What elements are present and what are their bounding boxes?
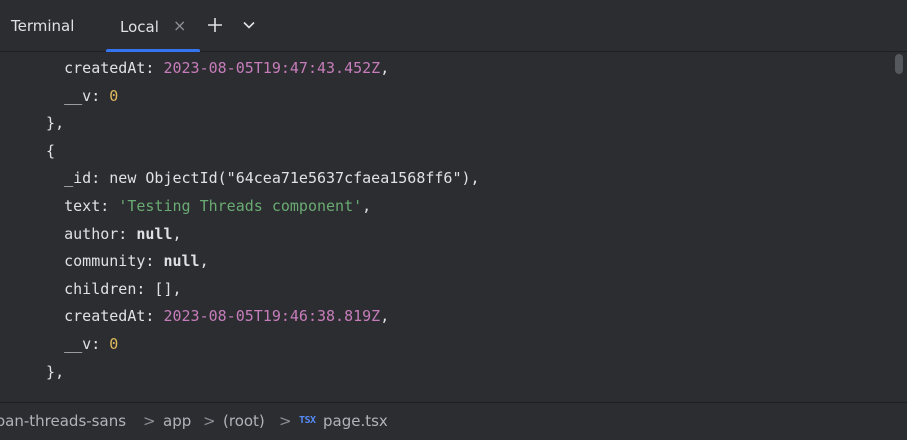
terminal-line-text: children: [], bbox=[28, 279, 182, 298]
terminal-line-text: createdAt: bbox=[28, 59, 164, 77]
terminal-line: }, bbox=[28, 358, 64, 386]
chevron-down-icon bbox=[243, 21, 255, 29]
tab-local[interactable]: Local × bbox=[106, 0, 200, 52]
tab-dropdown-button[interactable] bbox=[238, 14, 260, 36]
terminal-line-text: }, bbox=[28, 114, 65, 133]
terminal-line: author: null, bbox=[28, 220, 182, 248]
terminal-line-text: author: bbox=[28, 224, 137, 243]
breadcrumb-separator: > bbox=[143, 412, 156, 430]
terminal-line-text: createdAt: bbox=[28, 307, 164, 326]
terminal-line-text: { bbox=[28, 141, 56, 160]
plus-icon bbox=[208, 18, 222, 32]
terminal-line: __v: 0 bbox=[28, 82, 118, 110]
terminal-line-suffix: , bbox=[380, 59, 390, 77]
terminal-line-text: __v: bbox=[28, 335, 110, 353]
terminal-line-suffix: , bbox=[362, 197, 372, 215]
terminal-line-text: text: bbox=[28, 197, 119, 215]
terminal-tool-window: Terminal Local × createdAt: 2023-08-05T1… bbox=[0, 0, 907, 440]
terminal-line-text: community: bbox=[28, 252, 164, 271]
terminal-line: text: 'Testing Threads component', bbox=[28, 192, 371, 220]
terminal-line: _id: new ObjectId("64cea71e5637cfaea1568… bbox=[28, 164, 480, 192]
terminal-line-text: __v: bbox=[28, 86, 110, 105]
tab-label[interactable]: Local bbox=[120, 18, 159, 36]
new-tab-button[interactable] bbox=[204, 14, 226, 36]
breadcrumb-app[interactable]: app bbox=[163, 412, 191, 430]
terminal-line-text: _id: new ObjectId("64cea71e5637cfaea1568… bbox=[28, 169, 480, 188]
breadcrumb-separator: > bbox=[279, 412, 292, 430]
terminal-line-value: 'Testing Threads component' bbox=[118, 197, 363, 215]
terminal-line-value: 0 bbox=[109, 335, 119, 353]
terminal-line-value: null bbox=[163, 252, 200, 271]
terminal-line-value: 2023-08-05T19:47:43.452Z bbox=[163, 59, 381, 77]
terminal-line-suffix: , bbox=[172, 224, 182, 243]
close-tab-icon[interactable]: × bbox=[173, 17, 186, 35]
terminal-line-value: null bbox=[136, 224, 173, 243]
terminal-line: }, bbox=[28, 109, 64, 137]
terminal-line-text: }, bbox=[28, 362, 65, 381]
terminal-line-suffix: , bbox=[380, 307, 390, 326]
terminal-output[interactable]: createdAt: 2023-08-05T19:47:43.452Z, __v… bbox=[0, 52, 907, 402]
breadcrumb-project[interactable]: oan-threads-sans bbox=[0, 412, 126, 430]
tsx-file-icon: TSX bbox=[299, 415, 316, 426]
breadcrumb-root[interactable]: (root) bbox=[223, 412, 265, 430]
tool-window-header: Terminal Local × bbox=[0, 0, 907, 52]
terminal-line-suffix: , bbox=[199, 252, 209, 271]
terminal-line: community: null, bbox=[28, 247, 209, 275]
breadcrumb-separator: > bbox=[203, 412, 216, 430]
terminal-line-value: 2023-08-05T19:46:38.819Z bbox=[163, 307, 381, 326]
terminal-line: __v: 0 bbox=[28, 330, 118, 358]
terminal-line: createdAt: 2023-08-05T19:46:38.819Z, bbox=[28, 302, 389, 330]
terminal-line: createdAt: 2023-08-05T19:47:43.452Z, bbox=[28, 54, 389, 82]
breadcrumb: oan-threads-sans > app > (root) > TSX pa… bbox=[0, 402, 907, 440]
breadcrumb-file[interactable]: page.tsx bbox=[323, 412, 388, 430]
terminal-line-value: 0 bbox=[109, 86, 119, 105]
terminal-line: { bbox=[28, 137, 55, 165]
terminal-line: children: [], bbox=[28, 275, 182, 303]
vertical-scrollbar[interactable] bbox=[895, 54, 903, 74]
tool-window-title: Terminal bbox=[11, 17, 75, 35]
